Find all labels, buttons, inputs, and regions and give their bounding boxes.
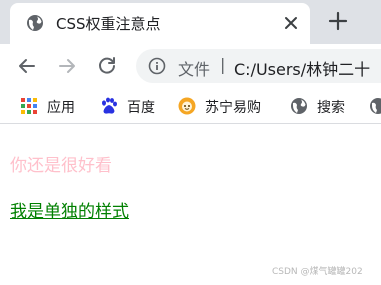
baidu-paw-icon xyxy=(102,97,117,114)
pink-text-line: 你还是很好看 xyxy=(10,156,112,176)
apps-grid-icon xyxy=(21,98,37,114)
bookmark-label: 应用 xyxy=(47,100,75,116)
globe-icon xyxy=(27,15,43,31)
suning-icon xyxy=(178,97,196,115)
csdn-watermark: CSDN @煤气罐罐202 xyxy=(272,267,363,277)
globe-icon xyxy=(370,98,381,114)
info-icon[interactable] xyxy=(148,57,166,75)
back-arrow-icon[interactable] xyxy=(16,55,38,77)
page-content: 你还是很好看 我是单独的样式 CSDN @煤气罐罐202 xyxy=(0,125,381,285)
plus-icon[interactable] xyxy=(327,10,349,32)
browser-toolbar: 文件 | C:/Users/林钟二十 xyxy=(0,44,381,88)
omnibox-url[interactable]: C:/Users/林钟二十 xyxy=(234,56,370,80)
bookmarks-bar: 应用 百度 苏宁易购 搜索 xyxy=(0,88,381,124)
browser-tab[interactable]: CSS权重注意点 xyxy=(10,3,310,44)
green-underlined-text-line: 我是单独的样式 xyxy=(10,202,129,222)
bookmark-label: 搜索 xyxy=(317,100,345,116)
omnibox-file-label: 文件 xyxy=(178,60,211,79)
globe-icon xyxy=(291,98,307,114)
bookmark-label: 苏宁易购 xyxy=(205,100,261,116)
address-bar[interactable]: 文件 | C:/Users/林钟二十 xyxy=(136,49,381,83)
close-icon[interactable] xyxy=(283,15,299,31)
tab-strip: CSS权重注意点 xyxy=(0,0,381,44)
reload-icon[interactable] xyxy=(96,55,118,77)
forward-arrow-icon[interactable] xyxy=(56,55,78,77)
bookmark-label: 百度 xyxy=(127,100,155,116)
tab-title: CSS权重注意点 xyxy=(56,15,161,33)
omnibox-separator: | xyxy=(220,55,226,74)
